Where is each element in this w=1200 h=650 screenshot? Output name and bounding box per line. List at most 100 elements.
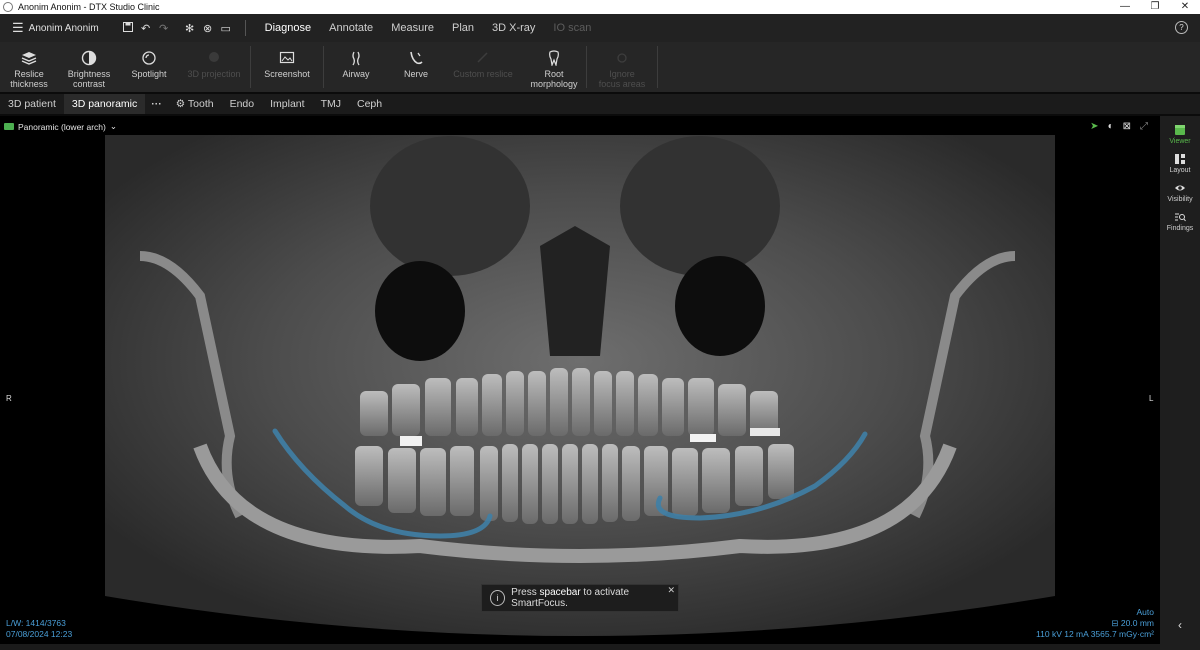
screenshot-icon <box>279 50 295 66</box>
window-titlebar: Anonim Anonim - DTX Studio Clinic — ❐ ✕ <box>0 0 1200 14</box>
nerve-button[interactable]: Nerve <box>388 42 444 92</box>
support-icon[interactable]: ⊗ <box>199 22 217 35</box>
screenshot-button[interactable]: Screenshot <box>251 42 323 92</box>
orbit-right <box>370 136 530 276</box>
pointer-icon[interactable]: ➤ <box>1090 121 1098 132</box>
ignore-focus-areas-button: Ignore focus areas <box>587 42 657 92</box>
tool-label: Nerve <box>403 69 428 79</box>
scan-date: 07/08/2024 12:23 <box>6 629 73 639</box>
filling <box>750 428 780 436</box>
root-morphology-button[interactable]: Root morphology <box>522 42 586 92</box>
tool-label: Ignore focus areas <box>598 69 646 89</box>
filling <box>690 434 716 442</box>
brightness-contrast-button[interactable]: Brightness contrast <box>58 42 120 92</box>
tab-diagnose[interactable]: Diagnose <box>265 22 311 34</box>
toast-text: Press spacebar to activate SmartFocus. <box>511 587 678 609</box>
window-controls: — ❐ ✕ <box>1110 0 1200 14</box>
menubar: ☰ Anonim Anonim ↶ ↷ ✻ ⊗ ▭ Diagnose Annot… <box>0 14 1200 42</box>
bottom-strip <box>0 644 1160 650</box>
panel-findings-button[interactable]: Findings <box>1160 211 1200 232</box>
tab-endo[interactable]: Endo <box>222 94 263 114</box>
fullscreen-icon[interactable]: ⤢ <box>1140 121 1148 132</box>
tool-label: Root morphology <box>530 69 578 89</box>
findings-icon <box>1160 211 1200 225</box>
window-title: Anonim Anonim - DTX Studio Clinic <box>18 2 160 12</box>
auto-label: Auto <box>1136 607 1155 617</box>
panoramic-icon <box>4 123 14 130</box>
tab-tmj[interactable]: TMJ <box>313 94 349 114</box>
chevron-left-icon[interactable]: ‹ <box>1160 618 1200 632</box>
tool-label: Brightness contrast <box>67 69 111 89</box>
close-window-button[interactable]: ✕ <box>1170 0 1200 14</box>
airway-icon <box>348 50 364 66</box>
separator <box>244 20 246 36</box>
eye-icon <box>1160 182 1200 196</box>
layers-icon <box>21 50 37 66</box>
orientation-right-label: R <box>6 394 12 403</box>
tool-label: Reslice thickness <box>10 69 48 89</box>
user-name[interactable]: Anonim Anonim <box>29 23 119 34</box>
tab-tooth[interactable]: ⚙ Tooth <box>168 94 222 114</box>
tab-measure[interactable]: Measure <box>391 22 434 34</box>
tab-3d-panoramic[interactable]: 3D panoramic <box>63 94 146 114</box>
slice-thickness-readout: ⊟ 20.0 mm <box>1111 618 1154 629</box>
view-tabs: 3D patient 3D panoramic ··· ⚙ Tooth Endo… <box>0 94 1200 114</box>
tab-3d-xray[interactable]: 3D X-ray <box>492 22 535 34</box>
panel-viewer-label: Viewer <box>1169 138 1191 145</box>
tool-label: 3D projection <box>187 69 241 79</box>
contrast-icon <box>81 50 97 66</box>
redo-icon[interactable]: ↷ <box>155 22 173 35</box>
close-icon[interactable]: ✕ <box>667 585 675 596</box>
ribbon-separator <box>657 46 658 88</box>
tab-plan[interactable]: Plan <box>452 22 474 34</box>
panel-layout-button[interactable]: Layout <box>1160 153 1200 174</box>
panel-findings-label: Findings <box>1166 225 1194 232</box>
orbit-left <box>620 136 780 276</box>
save-icon[interactable] <box>119 21 137 35</box>
tool-label: Screenshot <box>264 69 310 79</box>
spotlight-icon <box>141 50 157 66</box>
undo-icon[interactable]: ↶ <box>137 22 155 35</box>
fit-icon[interactable]: ⊠ <box>1123 121 1131 132</box>
nerve-icon <box>408 50 424 66</box>
view-selector-label: Panoramic (lower arch) <box>18 121 106 132</box>
hamburger-menu-icon[interactable]: ☰ <box>12 20 24 36</box>
thickness-icon: ⊟ <box>1111 618 1119 628</box>
view-selector-dropdown[interactable]: Panoramic (lower arch) ⌄ <box>4 121 117 132</box>
tooth-tab-icon: ⚙ <box>175 98 186 110</box>
image-icon[interactable]: ▭ <box>217 22 235 35</box>
maximize-button[interactable]: ❐ <box>1140 0 1170 14</box>
toast-key: spacebar <box>539 587 581 598</box>
minimize-button[interactable]: — <box>1110 0 1140 14</box>
slice-thickness-value: 20.0 mm <box>1120 618 1154 628</box>
tab-implant[interactable]: Implant <box>262 94 312 114</box>
reslice-thickness-button[interactable]: Reslice thickness <box>0 42 58 92</box>
contrast-toggle-icon[interactable]: ◐ <box>1108 121 1114 132</box>
spotlight-button[interactable]: Spotlight <box>120 42 178 92</box>
reslice-icon <box>475 50 491 66</box>
help-icon[interactable]: ? <box>1175 21 1188 34</box>
panel-layout-label: Layout <box>1169 167 1191 174</box>
tool-label: Spotlight <box>131 69 167 79</box>
smartfocus-toast: i Press spacebar to activate SmartFocus.… <box>481 584 679 612</box>
panoramic-viewer[interactable]: Panoramic (lower arch) ⌄ ➤ ◐ ⊠ ⤢ R L i P… <box>0 116 1160 644</box>
exposure-readout: 110 kV 12 mA 3565.7 mGy·cm² <box>1036 629 1154 639</box>
tool-label: Custom reslice <box>453 69 513 79</box>
chevron-down-icon: ⌄ <box>109 121 117 131</box>
tab-tooth-label: Tooth <box>187 98 214 110</box>
airway-button[interactable]: Airway <box>324 42 388 92</box>
tab-3d-patient[interactable]: 3D patient <box>0 94 64 114</box>
3d-projection-button: 3D projection <box>178 42 250 92</box>
panoramic-xray-image[interactable] <box>0 116 1160 644</box>
right-panel: Viewer Layout Visibility Findings ‹ <box>1160 116 1200 650</box>
tool-label: Airway <box>342 69 370 79</box>
share-icon[interactable]: ✻ <box>181 22 199 35</box>
tab-ceph[interactable]: Ceph <box>349 94 390 114</box>
sinus-left <box>675 256 765 356</box>
window-level-readout: L/W: 1414/3763 <box>6 618 66 628</box>
tab-annotate[interactable]: Annotate <box>329 22 373 34</box>
panel-viewer-button[interactable]: Viewer <box>1160 124 1200 145</box>
panel-visibility-button[interactable]: Visibility <box>1160 182 1200 203</box>
info-icon: i <box>490 590 506 606</box>
more-options-icon[interactable]: ··· <box>145 94 168 114</box>
